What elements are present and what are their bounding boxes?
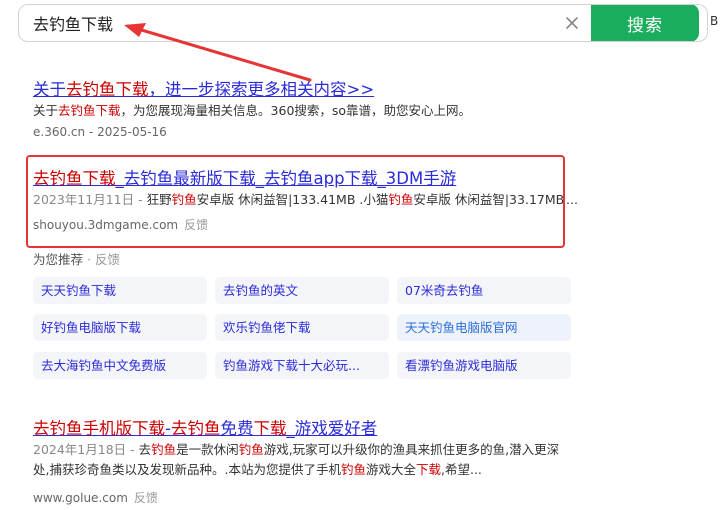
highlight-text: 去钓鱼手机版下载 bbox=[33, 419, 165, 438]
result-3-desc-line2: 处,捕获珍奇鱼类以及发现新品种。.本站为您提供了手机钓鱼游戏大全下载,希望... bbox=[33, 461, 482, 479]
text-segment: 关于 bbox=[33, 103, 59, 118]
side-text: B bbox=[710, 14, 719, 28]
highlight-text: 钓鱼 bbox=[151, 442, 177, 457]
clear-icon[interactable] bbox=[563, 14, 581, 32]
highlight-text: 下载 bbox=[415, 462, 441, 477]
recommend-sep: · bbox=[83, 252, 95, 267]
highlight-text: 钓鱼 bbox=[238, 442, 264, 457]
text-segment: ，进一步探索更多相关内容>> bbox=[148, 80, 375, 99]
recommend-chip[interactable]: 钓鱼游戏下载十大必玩... bbox=[215, 352, 389, 379]
recommend-chip[interactable]: 欢乐钓鱼佬下载 bbox=[215, 314, 389, 341]
result-1-title[interactable]: 关于去钓鱼下载，进一步探索更多相关内容>> bbox=[33, 76, 374, 100]
search-input[interactable] bbox=[33, 5, 553, 41]
recommend-chip[interactable]: 看漂钓鱼游戏电脑版 bbox=[397, 352, 571, 379]
result-3-desc: 2024年1月18日 - 去钓鱼是一款休闲钓鱼游戏,玩家可以升级你的渔具来抓住更… bbox=[33, 441, 559, 459]
text-segment: 处,捕获珍奇鱼类以及发现新品种。.本站为您提供了手机 bbox=[33, 462, 341, 477]
result-1-desc: 关于去钓鱼下载，为您展现海量相关信息。360搜索，so靠谱，助您安心上网。 bbox=[33, 102, 471, 120]
result-3-snippet: 去钓鱼是一款休闲钓鱼游戏,玩家可以升级你的渔具来抓住更多的鱼,潜入更深 bbox=[139, 442, 560, 457]
result-3-title[interactable]: 去钓鱼手机版下载-去钓鱼免费下载_游戏爱好者 bbox=[33, 415, 377, 439]
result-3-date: 2024年1月18日 - bbox=[33, 442, 139, 457]
text-segment: 关于 bbox=[33, 80, 66, 99]
text-segment: 免费 bbox=[220, 419, 254, 438]
highlight-text: 去钓鱼下载 bbox=[66, 80, 149, 99]
text-segment: 是一款休闲 bbox=[176, 442, 239, 457]
recommend-feedback[interactable]: 反馈 bbox=[95, 252, 120, 267]
text-segment: _游戏爱好者 bbox=[286, 419, 378, 438]
text-segment: ,希望... bbox=[441, 462, 482, 477]
highlight-text: 钓鱼 bbox=[340, 462, 366, 477]
text-segment: 去 bbox=[138, 442, 152, 457]
highlight-text: 去钓鱼下载 bbox=[58, 103, 121, 118]
recommend-chip[interactable]: 去钓鱼的英文 bbox=[215, 277, 389, 304]
recommend-chip[interactable]: 07米奇去钓鱼 bbox=[397, 277, 571, 304]
annotation-highlight-box bbox=[26, 155, 565, 248]
result-3-url-row: www.golue.com 反馈 bbox=[33, 489, 158, 506]
result-3-feedback[interactable]: 反馈 bbox=[134, 491, 158, 505]
highlight-text: 下载 bbox=[253, 419, 287, 438]
highlight-text: 去钓鱼 bbox=[170, 419, 221, 438]
result-3-url[interactable]: www.golue.com bbox=[33, 491, 128, 505]
recommend-chip[interactable]: 天天钓鱼下载 bbox=[33, 277, 207, 304]
result-2-more: ... bbox=[566, 192, 578, 207]
recommend-heading: 为您推荐 bbox=[33, 252, 84, 267]
recommend-chip-active[interactable]: 天天钓鱼电脑版官网 bbox=[397, 314, 571, 341]
text-segment: 游戏,玩家可以升级你的渔具来抓住更多的鱼,潜入更深 bbox=[263, 442, 560, 457]
recommend-heading-row: 为您推荐 · 反馈 bbox=[33, 249, 120, 268]
search-button[interactable]: 搜索 bbox=[591, 5, 699, 41]
text-segment: 游戏大全 bbox=[365, 462, 416, 477]
search-box: 搜索 bbox=[18, 4, 708, 42]
text-segment: ，为您展现海量相关信息。360搜索，so靠谱，助您安心上网。 bbox=[120, 103, 472, 118]
result-1-url[interactable]: e.360.cn - 2025-05-16 bbox=[33, 125, 167, 139]
recommend-chip[interactable]: 好钓鱼电脑版下载 bbox=[33, 314, 207, 341]
recommend-chip[interactable]: 去大海钓鱼中文免费版 bbox=[33, 352, 207, 379]
